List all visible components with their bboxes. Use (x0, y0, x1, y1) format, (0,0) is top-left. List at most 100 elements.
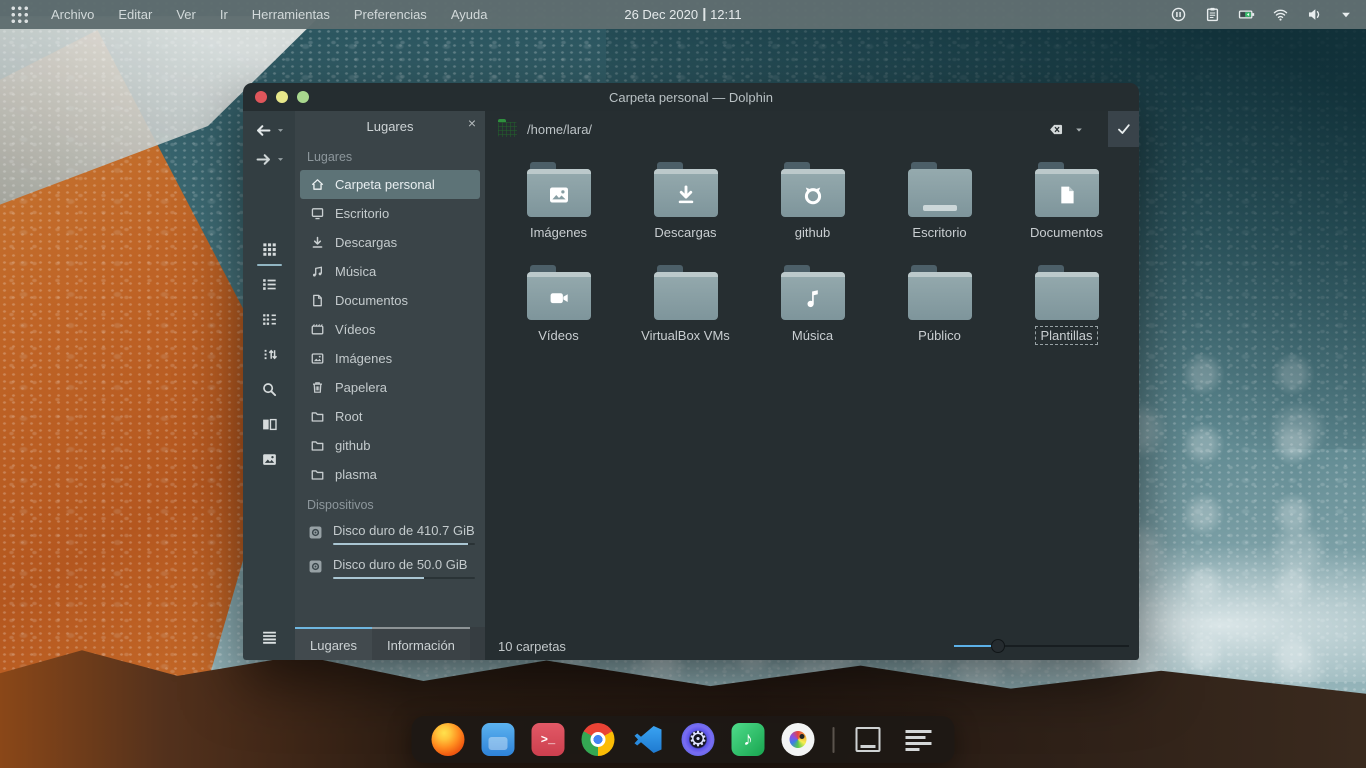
menu-item[interactable]: Preferencias (354, 7, 427, 22)
menu-item[interactable]: Ir (220, 7, 228, 22)
menu-item[interactable]: Ayuda (451, 7, 488, 22)
places-item-icon (310, 438, 325, 453)
chrome-icon[interactable] (582, 723, 615, 756)
hamburger-menu-icon[interactable] (260, 629, 279, 646)
panel-tab[interactable]: Información (372, 627, 470, 660)
status-bar: 10 carpetas (485, 632, 1139, 660)
places-item[interactable]: Imágenes (300, 344, 480, 373)
wifi-icon[interactable] (1272, 6, 1289, 23)
icons-view-icon[interactable] (261, 241, 278, 258)
chevron-down-icon[interactable] (1340, 9, 1352, 21)
places-item-label: Vídeos (335, 322, 375, 337)
places-item[interactable]: Música (300, 257, 480, 286)
folder-icon (908, 265, 972, 320)
files-app-icon[interactable] (482, 723, 515, 756)
accept-location-button[interactable] (1108, 111, 1139, 147)
places-item[interactable]: Documentos (300, 286, 480, 315)
task-switcher-icon[interactable] (902, 723, 935, 756)
folder-item[interactable]: Música (749, 265, 876, 368)
folder-item[interactable]: Imágenes (495, 162, 622, 265)
folder-item[interactable]: Plantillas (1003, 265, 1130, 368)
menu-item[interactable]: Herramientas (252, 7, 330, 22)
places-panel-title: Lugares (295, 119, 485, 134)
places-item-icon (310, 409, 325, 424)
places-item[interactable]: Descargas (300, 228, 480, 257)
folder-label: Música (788, 327, 837, 344)
folder-item[interactable]: Público (876, 265, 1003, 368)
places-item-icon (310, 380, 325, 395)
menu-item[interactable]: Ver (176, 7, 196, 22)
show-desktop-icon[interactable] (852, 723, 885, 756)
battery-icon[interactable] (1238, 6, 1255, 23)
location-path[interactable]: /home/lara/ (527, 122, 592, 137)
clipboard-icon[interactable] (1204, 6, 1221, 23)
places-item-icon (310, 467, 325, 482)
settings-icon[interactable]: ⚙ (682, 723, 715, 756)
media-pause-icon[interactable] (1170, 6, 1187, 23)
back-button[interactable] (254, 121, 285, 140)
global-menu: Archivo Editar Ver Ir Herramientas Preferenci… (51, 7, 487, 22)
split-view-icon[interactable] (261, 416, 278, 433)
titlebar[interactable]: Carpeta personal — Dolphin (243, 83, 1139, 111)
volume-icon[interactable] (1306, 6, 1323, 23)
places-item-label: Música (335, 264, 376, 279)
places-item[interactable]: plasma (300, 460, 480, 489)
sort-icon[interactable] (261, 346, 278, 363)
device-item[interactable]: Disco duro de 410.7 GiB (295, 518, 485, 552)
folder-icon (781, 162, 845, 217)
places-panel: Lugares × Lugares Carpeta personal Escri… (295, 111, 485, 660)
zoom-slider[interactable] (954, 638, 1129, 654)
paint-app-icon[interactable] (782, 723, 815, 756)
folder-item[interactable]: github (749, 162, 876, 265)
folder-item[interactable]: Escritorio (876, 162, 1003, 265)
forward-history-caret-icon[interactable] (276, 155, 285, 164)
zoom-slider-handle[interactable] (991, 639, 1005, 653)
home-folder-icon (498, 122, 517, 137)
details-view-icon[interactable] (261, 276, 278, 293)
app-launcher-icon[interactable] (10, 5, 29, 24)
preview-icon[interactable] (261, 451, 278, 468)
places-item[interactable]: Papelera (300, 373, 480, 402)
places-item-icon (310, 206, 325, 221)
places-item-label: Papelera (335, 380, 387, 395)
compact-view-icon[interactable] (261, 311, 278, 328)
places-item[interactable]: github (300, 431, 480, 460)
devices-list: Disco duro de 410.7 GiB Disco duro de 50… (295, 518, 485, 586)
menu-item[interactable]: Editar (118, 7, 152, 22)
folder-item[interactable]: VirtualBox VMs (622, 265, 749, 368)
close-panel-icon[interactable]: × (468, 116, 476, 130)
folder-item[interactable]: Descargas (622, 162, 749, 265)
folder-glyph-icon (547, 183, 571, 207)
global-menubar: Archivo Editar Ver Ir Herramientas Preferenci… (0, 0, 1366, 29)
dolphin-window: Carpeta personal — Dolphin (243, 83, 1139, 660)
location-dropdown-icon[interactable] (1074, 125, 1084, 135)
clear-location-icon[interactable] (1048, 121, 1065, 138)
folder-item[interactable]: Documentos (1003, 162, 1130, 265)
firefox-icon[interactable] (432, 723, 465, 756)
vscode-icon[interactable] (632, 723, 665, 756)
forward-arrow-icon (254, 150, 273, 169)
clock[interactable]: 26 Dec 2020 12:11 (624, 7, 741, 22)
places-item-icon (310, 293, 325, 308)
menu-item[interactable]: Archivo (51, 7, 94, 22)
folder-label: Escritorio (908, 224, 970, 241)
device-item[interactable]: Disco duro de 50.0 GiB (295, 552, 485, 586)
folder-label: Público (914, 327, 965, 344)
folder-item[interactable]: Vídeos (495, 265, 622, 368)
panel-tab[interactable]: Lugares (295, 627, 372, 660)
folder-label: VirtualBox VMs (637, 327, 734, 344)
forward-button[interactable] (254, 150, 285, 169)
places-item[interactable]: Escritorio (300, 199, 480, 228)
music-app-icon[interactable]: ♪ (732, 723, 765, 756)
toolbar-strip (243, 111, 295, 660)
location-bar[interactable]: /home/lara/ (485, 111, 1139, 147)
places-item[interactable]: Vídeos (300, 315, 480, 344)
desktop: Archivo Editar Ver Ir Herramientas Preferenci… (0, 0, 1366, 768)
terminal-icon[interactable]: >_ (532, 723, 565, 756)
back-history-caret-icon[interactable] (276, 126, 285, 135)
places-item[interactable]: Root (300, 402, 480, 431)
dock-divider[interactable] (832, 723, 835, 756)
search-icon[interactable] (261, 381, 278, 398)
places-item-label: Carpeta personal (335, 177, 435, 192)
places-item[interactable]: Carpeta personal (300, 170, 480, 199)
